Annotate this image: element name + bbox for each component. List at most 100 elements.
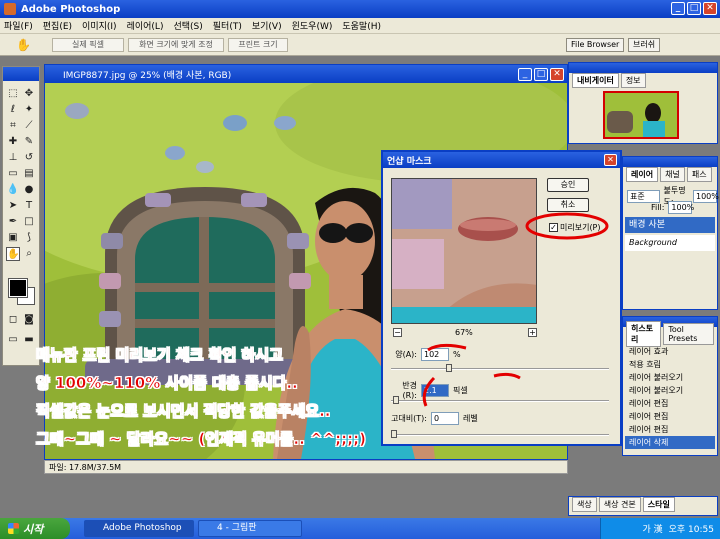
tab-navigator[interactable]: 내비게이터	[572, 72, 619, 88]
tab-swatches[interactable]: 색상 견본	[598, 497, 641, 512]
amount-slider-thumb[interactable]	[446, 364, 452, 372]
doc-minimize-button[interactable]: _	[518, 68, 532, 81]
fit-screen-button[interactable]: 화면 크기에 맞게 조정	[128, 38, 224, 52]
clone-stamp-tool-icon[interactable]: ⊥	[6, 151, 20, 165]
blur-tool-icon[interactable]: 💧	[6, 183, 20, 197]
opacity-field[interactable]: 100%	[693, 189, 719, 203]
threshold-slider[interactable]	[391, 430, 609, 438]
history-brush-tool-icon[interactable]: ↺	[22, 151, 36, 165]
menu-image[interactable]: 이미지(I)	[82, 19, 117, 32]
ok-button[interactable]: 승인	[547, 178, 589, 192]
gradient-tool-icon[interactable]: ▤	[22, 167, 36, 181]
start-button[interactable]: 시작	[0, 518, 70, 539]
path-selection-tool-icon[interactable]: ➤	[6, 199, 20, 213]
taskbar-item-photoshop[interactable]: Adobe Photoshop	[84, 520, 194, 537]
threshold-slider-thumb[interactable]	[391, 430, 397, 438]
brushes-tab[interactable]: 브러쉬	[628, 38, 661, 52]
quick-mask-icon[interactable]: ◙	[22, 313, 36, 327]
hand-tool-icon[interactable]: ✋	[16, 38, 31, 52]
marquee-tool-icon[interactable]: ⬚	[6, 87, 20, 101]
fill-field[interactable]: 100%	[668, 201, 694, 214]
zoom-out-button[interactable]: −	[393, 328, 402, 337]
cancel-button[interactable]: 취소	[547, 198, 589, 212]
pen-tool-icon[interactable]: ✒	[6, 215, 20, 229]
toolbox: ⬚ ✥ ℓ ✦ ⌗ ⟋ ✚ ✎ ⊥ ↺ ▭ ▤ 💧 ● ➤ T ✒ □ ▣ ⟆ …	[2, 66, 40, 366]
toolbox-titlebar	[3, 67, 39, 81]
navigator-thumbnail[interactable]	[603, 91, 679, 139]
tab-styles[interactable]: 스타일	[642, 497, 675, 512]
dialog-titlebar: 언샵 마스크	[383, 152, 620, 168]
menu-edit[interactable]: 편집(E)	[43, 19, 72, 32]
tab-paths[interactable]: 패스	[686, 166, 712, 182]
menu-layer[interactable]: 레이어(L)	[127, 19, 164, 32]
list-item[interactable]: 레이어 불러오기	[625, 384, 715, 397]
menu-view[interactable]: 보기(V)	[252, 19, 282, 32]
filter-preview[interactable]	[391, 178, 537, 324]
dodge-tool-icon[interactable]: ●	[22, 183, 36, 197]
radius-unit: 픽셀	[453, 385, 468, 395]
tab-history[interactable]: 히스토리	[626, 321, 662, 347]
dialog-close-button[interactable]: ✕	[604, 154, 617, 166]
tab-tool-presets[interactable]: Tool Presets	[663, 323, 714, 345]
zoom-tool-icon[interactable]: ⌕	[22, 247, 36, 261]
list-item[interactable]: 레이어 불러오기	[625, 371, 715, 384]
magic-wand-tool-icon[interactable]: ✦	[22, 103, 36, 117]
type-tool-icon[interactable]: T	[22, 199, 36, 213]
tab-info[interactable]: 정보	[620, 72, 646, 88]
list-item[interactable]: 레이어 편집	[625, 397, 715, 410]
file-browser-tab[interactable]: File Browser	[566, 38, 625, 52]
doc-maximize-button[interactable]: □	[534, 68, 548, 81]
list-item[interactable]: 레이어 편집	[625, 423, 715, 436]
ime-indicator[interactable]: 가 漢	[642, 522, 662, 535]
move-tool-icon[interactable]: ✥	[22, 87, 36, 101]
standard-mode-icon[interactable]: ◻	[6, 313, 20, 327]
maximize-button[interactable]: □	[687, 2, 701, 15]
print-size-button[interactable]: 프린트 크기	[228, 38, 288, 52]
menu-window[interactable]: 윈도우(W)	[292, 19, 333, 32]
minimize-button[interactable]: _	[671, 2, 685, 15]
menu-file[interactable]: 파일(F)	[4, 19, 33, 32]
close-button[interactable]: ✕	[703, 2, 717, 15]
radius-slider[interactable]	[391, 396, 609, 404]
list-item[interactable]: 레이어 삭제	[625, 436, 715, 449]
menu-filter[interactable]: 필터(T)	[213, 19, 242, 32]
doc-close-button[interactable]: ✕	[550, 68, 564, 81]
list-item[interactable]: 레이어 효과	[625, 345, 715, 358]
preview-checkbox[interactable]: ✓ 미리보기(P)	[549, 222, 601, 233]
lasso-tool-icon[interactable]: ℓ	[6, 103, 20, 117]
amount-slider[interactable]	[391, 364, 609, 372]
foreground-color-swatch[interactable]	[8, 278, 28, 298]
slice-tool-icon[interactable]: ⟋	[22, 119, 36, 133]
brush-tool-icon[interactable]: ✎	[22, 135, 36, 149]
layer-row[interactable]: Background	[625, 235, 715, 251]
layers-palette-titlebar	[623, 157, 717, 167]
hand-tool-icon[interactable]: ✋	[6, 247, 20, 261]
clock: 오후 10:55	[668, 525, 714, 535]
amount-label: 양(A):	[395, 350, 417, 359]
screen-mode-icon[interactable]: ▭	[6, 333, 20, 347]
tab-color[interactable]: 색상	[572, 497, 597, 512]
shape-tool-icon[interactable]: □	[22, 215, 36, 229]
notes-tool-icon[interactable]: ▣	[6, 231, 20, 245]
radius-field[interactable]: 2.1	[421, 383, 449, 397]
history-list: 레이어 효과 적용 흐림 레이어 불러오기 레이어 불러오기 레이어 편집 레이…	[625, 345, 715, 449]
fullscreen-mode-icon[interactable]: ▬	[22, 333, 36, 347]
tab-channels[interactable]: 채널	[660, 166, 685, 182]
list-item[interactable]: 레이어 편집	[625, 410, 715, 423]
actual-pixels-button[interactable]: 실제 픽셀	[52, 38, 124, 52]
zoom-in-button[interactable]: +	[528, 328, 537, 337]
eraser-tool-icon[interactable]: ▭	[6, 167, 20, 181]
eyedropper-tool-icon[interactable]: ⟆	[22, 231, 36, 245]
crop-tool-icon[interactable]: ⌗	[6, 119, 20, 133]
app-titlebar: Adobe Photoshop _ □ ✕	[0, 0, 720, 18]
radius-slider-thumb[interactable]	[393, 396, 399, 404]
menu-select[interactable]: 선택(S)	[173, 19, 202, 32]
menu-help[interactable]: 도움말(H)	[342, 19, 381, 32]
threshold-field[interactable]: 0	[431, 412, 459, 425]
list-item[interactable]: 적용 흐림	[625, 358, 715, 371]
layer-row[interactable]: 배경 사본	[625, 217, 715, 233]
healing-brush-tool-icon[interactable]: ✚	[6, 135, 20, 149]
amount-field[interactable]: 102	[421, 348, 449, 361]
tab-layers[interactable]: 레이어	[626, 166, 659, 182]
taskbar-item-paint[interactable]: 4 - 그림판	[198, 520, 302, 537]
